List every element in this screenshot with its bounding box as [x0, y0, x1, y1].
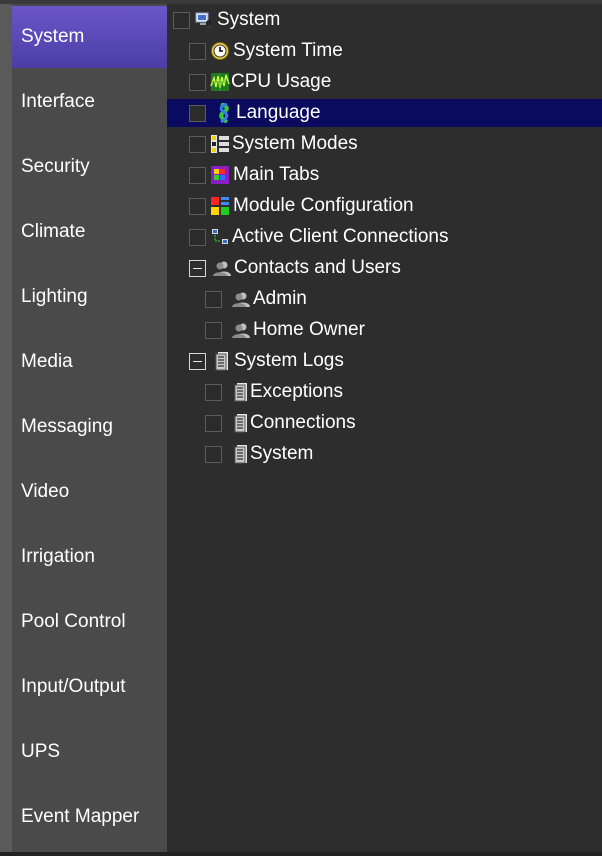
checkbox[interactable] — [205, 290, 222, 308]
sidebar-item-lighting[interactable]: Lighting — [12, 266, 167, 328]
checkbox[interactable] — [173, 11, 190, 29]
checkbox[interactable] — [205, 383, 222, 401]
checkbox[interactable] — [189, 228, 206, 246]
network-icon — [210, 227, 230, 247]
log-icon — [234, 382, 248, 402]
checkbox[interactable] — [205, 321, 222, 339]
window-frame-bottom — [0, 852, 602, 856]
tree-item-label: System Logs — [234, 350, 344, 371]
tree-item-home-owner[interactable]: Home Owner — [167, 316, 602, 344]
users-icon — [212, 258, 232, 278]
user-icon — [231, 320, 251, 340]
checkbox[interactable] — [205, 445, 222, 463]
tree-group-system-logs[interactable]: System Logs — [167, 347, 602, 375]
tree-item-language[interactable]: Language — [167, 99, 602, 127]
tree-item-label: System Modes — [232, 133, 358, 154]
sidebar-item-ups[interactable]: UPS — [12, 721, 167, 783]
sidebar-item-label: Security — [21, 156, 90, 177]
tree-item-main-tabs[interactable]: Main Tabs — [167, 161, 602, 189]
sidebar-item-media[interactable]: Media — [12, 331, 167, 393]
language-icon — [214, 103, 234, 123]
sidebar: System Interface Security Climate Lighti… — [12, 4, 167, 852]
tree-item-label: Language — [236, 102, 321, 123]
tree-item-label: System — [250, 443, 314, 464]
tabs-icon — [210, 165, 230, 185]
sidebar-item-system[interactable]: System — [12, 6, 167, 68]
tree-item-label: Home Owner — [253, 319, 365, 340]
sidebar-item-irrigation[interactable]: Irrigation — [12, 526, 167, 588]
sidebar-item-label: Messaging — [21, 416, 113, 437]
checkbox[interactable] — [189, 104, 206, 122]
log-icon — [212, 351, 232, 371]
checkbox[interactable] — [189, 166, 206, 184]
window-frame-left — [0, 0, 12, 856]
settings-tree: System System Time CPU Usage Language Sy… — [167, 4, 602, 852]
sidebar-item-label: Irrigation — [21, 546, 95, 567]
tree-item-label: Active Client Connections — [232, 226, 449, 247]
computer-icon — [194, 10, 214, 30]
sidebar-item-label: UPS — [21, 741, 61, 762]
tree-item-label: Admin — [253, 288, 307, 309]
sidebar-item-label: Lighting — [21, 286, 88, 307]
sidebar-item-label: Video — [21, 481, 70, 502]
sidebar-item-interface[interactable]: Interface — [12, 71, 167, 133]
tree-item-system-log[interactable]: System — [167, 440, 602, 468]
checkbox[interactable] — [189, 197, 206, 215]
tree-item-label: Exceptions — [250, 381, 343, 402]
clock-icon — [210, 41, 230, 61]
sidebar-item-messaging[interactable]: Messaging — [12, 396, 167, 458]
sidebar-item-video[interactable]: Video — [12, 461, 167, 523]
collapse-toggle[interactable] — [189, 259, 206, 277]
tree-item-system-root[interactable]: System — [167, 6, 602, 34]
tree-group-contacts-and-users[interactable]: Contacts and Users — [167, 254, 602, 282]
tree-item-system-time[interactable]: System Time — [167, 37, 602, 65]
sidebar-item-label: Interface — [21, 91, 95, 112]
tree-item-system-modes[interactable]: System Modes — [167, 130, 602, 158]
sidebar-item-pool-control[interactable]: Pool Control — [12, 591, 167, 653]
log-icon — [234, 413, 248, 433]
tree-item-label: Contacts and Users — [234, 257, 401, 278]
tree-item-active-client-connections[interactable]: Active Client Connections — [167, 223, 602, 251]
checkbox[interactable] — [189, 73, 206, 91]
sidebar-item-label: Climate — [21, 221, 86, 242]
sidebar-item-security[interactable]: Security — [12, 136, 167, 198]
checkbox[interactable] — [189, 42, 206, 60]
tree-item-module-configuration[interactable]: Module Configuration — [167, 192, 602, 220]
sidebar-item-event-mapper[interactable]: Event Mapper — [12, 786, 167, 848]
tree-item-admin[interactable]: Admin — [167, 285, 602, 313]
tree-item-connections[interactable]: Connections — [167, 409, 602, 437]
tree-item-label: System Time — [233, 40, 343, 61]
cpu-graph-icon — [210, 72, 230, 92]
sidebar-item-input-output[interactable]: Input/Output — [12, 656, 167, 718]
sidebar-item-label: Media — [21, 351, 73, 372]
modes-icon — [210, 134, 230, 154]
tree-item-label: Main Tabs — [233, 164, 320, 185]
collapse-toggle[interactable] — [189, 352, 206, 370]
tree-item-exceptions[interactable]: Exceptions — [167, 378, 602, 406]
tree-item-label: CPU Usage — [231, 71, 332, 92]
sidebar-item-label: System — [21, 26, 85, 47]
user-icon — [231, 289, 251, 309]
sidebar-item-label: Input/Output — [21, 676, 126, 697]
checkbox[interactable] — [205, 414, 222, 432]
log-icon — [234, 444, 248, 464]
tree-item-label: System — [217, 9, 281, 30]
checkbox[interactable] — [189, 135, 206, 153]
module-icon — [210, 196, 230, 216]
sidebar-item-label: Pool Control — [21, 611, 126, 632]
sidebar-item-climate[interactable]: Climate — [12, 201, 167, 263]
tree-item-cpu-usage[interactable]: CPU Usage — [167, 68, 602, 96]
tree-item-label: Module Configuration — [233, 195, 414, 216]
sidebar-item-label: Event Mapper — [21, 806, 140, 827]
tree-item-label: Connections — [250, 412, 356, 433]
